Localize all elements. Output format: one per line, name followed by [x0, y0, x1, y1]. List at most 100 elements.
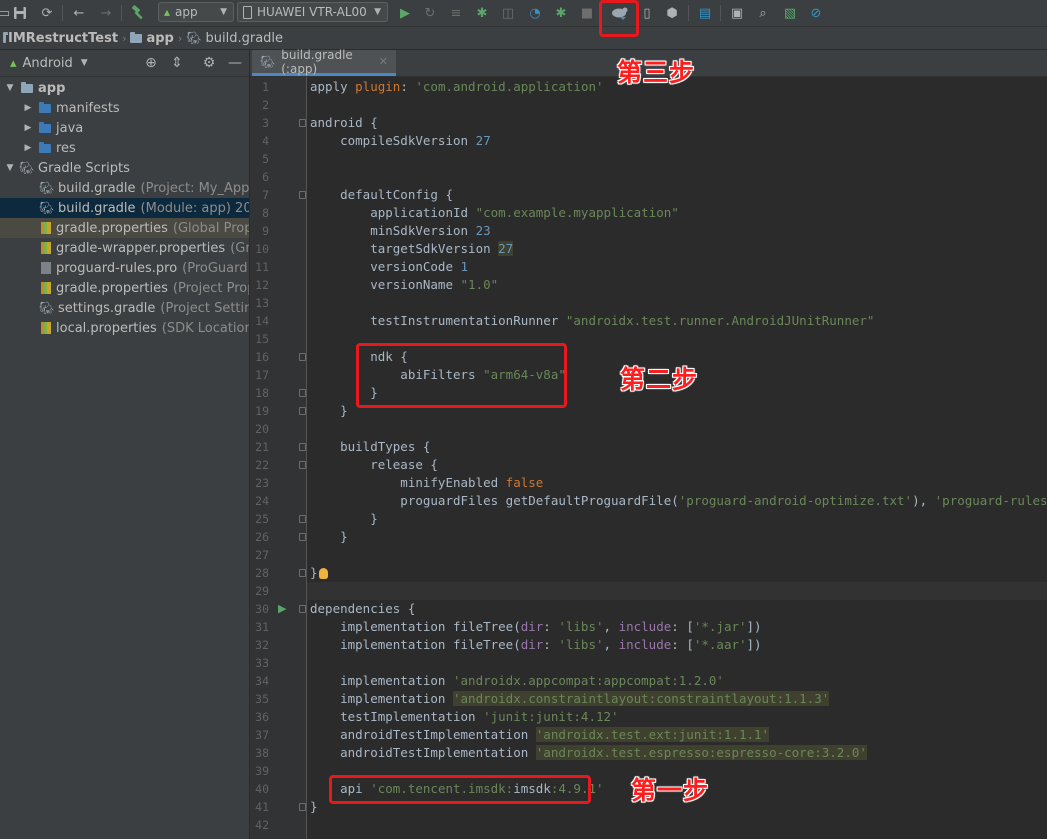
stop-icon[interactable]: ■	[577, 3, 597, 23]
fold-marker-icon[interactable]	[299, 803, 306, 811]
code-line: }	[310, 511, 378, 526]
properties-file-icon	[41, 222, 51, 234]
line-number: 38	[255, 746, 269, 760]
run-gutter-icon[interactable]: ▶	[278, 600, 286, 618]
line-number: 17	[255, 368, 269, 382]
gear-icon[interactable]: ⚙	[200, 54, 218, 72]
phone-icon	[243, 5, 252, 19]
line-number: 24	[255, 494, 269, 508]
project-view-selector[interactable]: ▴ Android ▼ ⊕ ⇕ ⚙ —	[0, 50, 249, 77]
tree-item[interactable]: gradle-wrapper.properties(Gra	[0, 238, 249, 258]
tree-item[interactable]: gradle.properties(Global Prope	[0, 218, 249, 238]
tree-item[interactable]: ▶ manifests	[0, 98, 249, 118]
expand-down-icon[interactable]: ▼	[4, 163, 16, 173]
sync-icon[interactable]: ⟳	[37, 3, 57, 23]
tab-build-gradle-app[interactable]: 🐘︎ build.gradle (:app) ✕	[252, 48, 396, 76]
tree-item-hint: (Gra	[230, 240, 249, 256]
code-editor[interactable]: apply plugin: 'com.android.application' a…	[307, 77, 1047, 839]
device-select[interactable]: HUAWEI VTR-AL00 ▼	[237, 2, 388, 22]
sdk-manager-icon[interactable]: ⬢	[662, 3, 682, 23]
line-number: 35	[255, 692, 269, 706]
build-hammer-icon[interactable]	[128, 3, 148, 23]
tree-item[interactable]: local.properties (SDK Location)	[0, 318, 250, 338]
hide-panel-icon[interactable]: —	[226, 54, 244, 72]
code-line: implementation fileTree(dir: 'libs', inc…	[310, 619, 762, 634]
project-structure-icon[interactable]: ▤	[695, 3, 715, 23]
line-number: 37	[255, 728, 269, 742]
apply-changes-icon[interactable]: ↻	[420, 3, 440, 23]
collapse-all-icon[interactable]: ⇕	[168, 54, 186, 72]
locate-target-icon[interactable]: ⊕	[142, 54, 160, 72]
fold-marker-icon[interactable]	[299, 569, 306, 577]
monitor-icon[interactable]: ▧	[780, 3, 800, 23]
fold-marker-icon[interactable]	[299, 533, 306, 541]
code-line: }	[310, 799, 318, 814]
apply-code-icon[interactable]: ≡	[446, 3, 466, 23]
line-number: 31	[255, 620, 269, 634]
run-config-select[interactable]: ▴ app ▼	[158, 2, 234, 22]
attach-debugger-icon[interactable]: ◫	[498, 3, 518, 23]
tree-item-label: res	[56, 140, 76, 156]
fold-marker-icon[interactable]	[299, 389, 306, 397]
line-number: 18	[255, 386, 269, 400]
fold-marker-icon[interactable]	[299, 407, 306, 415]
fold-marker-icon[interactable]	[299, 605, 306, 613]
code-line: ndk {	[310, 349, 408, 364]
back-icon[interactable]: ←	[69, 3, 89, 23]
gradle-elephant-icon: 🐘︎	[39, 301, 55, 315]
tree-item-hint: (Module: app) 202	[140, 200, 250, 216]
tree-item[interactable]: 🐘︎settings.gradle(Project Setting	[0, 298, 249, 318]
tree-item-label: proguard-rules.pro	[56, 260, 178, 276]
run-icon[interactable]: ▶	[395, 3, 415, 23]
expand-down-icon[interactable]: ▼	[4, 83, 16, 93]
breadcrumb-project[interactable]: IMRestructTest	[0, 31, 121, 46]
debug-icon[interactable]: ✱	[472, 3, 492, 23]
forward-icon[interactable]: →	[96, 3, 116, 23]
folder-icon	[130, 31, 143, 43]
code-line: }	[310, 564, 328, 582]
code-line: }	[310, 403, 348, 418]
editor-gutter: 1 2 3 4 5 6 7 8 9 10 11 12 13 14 15 16 17 18 19 20 21 22 23 24 2…	[250, 77, 307, 839]
gradle-elephant-icon: 🐘︎	[260, 54, 276, 69]
power-save-icon[interactable]: ⊘	[806, 3, 826, 23]
save-icon[interactable]	[10, 3, 30, 23]
avd-manager-icon[interactable]: ▯	[637, 3, 657, 23]
lightbulb-icon[interactable]	[318, 568, 328, 579]
tree-item[interactable]: ▼ 🐘︎ Gradle Scripts	[0, 158, 249, 178]
fold-marker-icon[interactable]	[299, 119, 306, 127]
tree-item[interactable]: 🐘︎ build.gradle (Module: app) 202	[0, 198, 250, 218]
tree-item-label: gradle.properties	[56, 220, 168, 236]
line-number: 10	[255, 242, 269, 256]
tree-item-hint: (SDK Location)	[161, 320, 250, 336]
code-line: defaultConfig {	[310, 187, 453, 202]
close-icon[interactable]: ✕	[379, 55, 388, 68]
tree-item[interactable]: gradle.properties (Project Prop	[0, 278, 249, 298]
expand-right-icon[interactable]: ▶	[22, 143, 34, 153]
expand-right-icon[interactable]: ▶	[22, 103, 34, 113]
chevron-down-icon: ▼	[374, 7, 381, 17]
profile-icon[interactable]: ◔	[525, 3, 545, 23]
tree-item[interactable]: ▶ java	[0, 118, 249, 138]
expand-right-icon[interactable]: ▶	[22, 123, 34, 133]
line-number: 23	[255, 476, 269, 490]
tree-item-label: app	[38, 80, 66, 96]
fold-marker-icon[interactable]	[299, 191, 306, 199]
terminal-icon[interactable]: ▣	[727, 3, 747, 23]
fold-marker-icon[interactable]	[299, 461, 306, 469]
breadcrumb-file[interactable]: 🐘︎ build.gradle	[183, 31, 286, 46]
sync-gradle-icon[interactable]	[610, 3, 630, 23]
fold-marker-icon[interactable]	[299, 515, 306, 523]
tree-item[interactable]: ▼ app	[0, 78, 249, 98]
attach-process-icon[interactable]: ✱	[551, 3, 571, 23]
gradle-elephant-icon: 🐘︎	[39, 201, 55, 215]
code-line: targetSdkVersion 27	[310, 241, 514, 256]
tree-item[interactable]: 🐘︎build.gradle(Project: My_Applic	[0, 178, 249, 198]
breadcrumb-module[interactable]: app	[127, 31, 176, 46]
breadcrumb: IMRestructTest › app › 🐘︎ build.gradle	[0, 27, 1047, 50]
fold-marker-icon[interactable]	[299, 353, 306, 361]
tree-item[interactable]: proguard-rules.pro (ProGuard	[0, 258, 249, 278]
tree-item[interactable]: ▶ res	[0, 138, 249, 158]
line-number: 40	[255, 782, 269, 796]
search-icon[interactable]: ⌕	[753, 3, 773, 23]
fold-marker-icon[interactable]	[299, 443, 306, 451]
